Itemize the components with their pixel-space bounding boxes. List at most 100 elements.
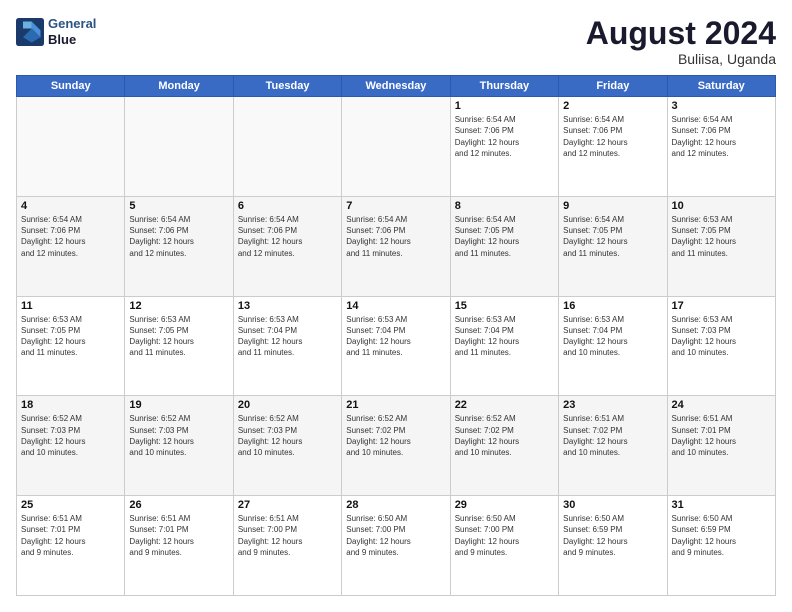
calendar-cell	[342, 97, 450, 197]
calendar-cell: 10 Sunrise: 6:53 AMSunset: 7:05 PMDayligh…	[667, 196, 775, 296]
day-number: 14	[346, 300, 445, 312]
day-info: Sunrise: 6:54 AMSunset: 7:06 PMDaylight:…	[672, 114, 771, 159]
calendar-cell: 19Sunrise: 6:52 AMSunset: 7:03 PMDayligh…	[125, 396, 233, 496]
day-info: Sunrise: 6:54 AMSunset: 7:06 PMDaylight:…	[238, 214, 337, 259]
calendar-cell: 15 Sunrise: 6:53 AMSunset: 7:04 PMDayligh…	[450, 296, 558, 396]
day-number: 10	[672, 200, 771, 212]
calendar-cell: 14Sunrise: 6:53 AMSunset: 7:04 PMDayligh…	[342, 296, 450, 396]
calendar-header-sunday: Sunday	[17, 76, 125, 97]
calendar-cell: 7 Sunrise: 6:54 AMSunset: 7:06 PMDaylight…	[342, 196, 450, 296]
calendar-cell: 25 Sunrise: 6:51 AMSunset: 7:01 PMDayligh…	[17, 496, 125, 596]
day-number: 5	[129, 200, 228, 212]
day-info: Sunrise: 6:53 AMSunset: 7:04 PMDaylight:…	[455, 314, 554, 359]
day-info: Sunrise: 6:53 AMSunset: 7:04 PMDaylight:…	[563, 314, 662, 359]
day-info: Sunrise: 6:54 AMSunset: 7:05 PMDaylight:…	[563, 214, 662, 259]
day-number: 9	[563, 200, 662, 212]
calendar-cell: 28Sunrise: 6:50 AMSunset: 7:00 PMDayligh…	[342, 496, 450, 596]
day-info: Sunrise: 6:51 AMSunset: 7:02 PMDaylight:…	[563, 413, 662, 458]
page: General Blue August 2024 Buliisa, Uganda…	[0, 0, 792, 612]
day-info: Sunrise: 6:54 AMSunset: 7:06 PMDaylight:…	[129, 214, 228, 259]
calendar-cell: 9 Sunrise: 6:54 AMSunset: 7:05 PMDaylight…	[559, 196, 667, 296]
day-info: Sunrise: 6:53 AMSunset: 7:05 PMDaylight:…	[672, 214, 771, 259]
day-number: 11	[21, 300, 120, 312]
logo-text: General Blue	[48, 16, 96, 47]
day-number: 6	[238, 200, 337, 212]
day-info: Sunrise: 6:51 AMSunset: 7:01 PMDaylight:…	[21, 513, 120, 558]
header: General Blue August 2024 Buliisa, Uganda	[16, 16, 776, 67]
day-info: Sunrise: 6:54 AMSunset: 7:06 PMDaylight:…	[346, 214, 445, 259]
calendar-cell: 27 Sunrise: 6:51 AMSunset: 7:00 PMDayligh…	[233, 496, 341, 596]
day-info: Sunrise: 6:52 AMSunset: 7:03 PMDaylight:…	[238, 413, 337, 458]
calendar-cell: 13Sunrise: 6:53 AMSunset: 7:04 PMDayligh…	[233, 296, 341, 396]
day-number: 23	[563, 399, 662, 411]
day-info: Sunrise: 6:52 AMSunset: 7:02 PMDaylight:…	[346, 413, 445, 458]
subtitle: Buliisa, Uganda	[586, 51, 776, 67]
calendar-week-4: 18 Sunrise: 6:52 AMSunset: 7:03 PMDayligh…	[17, 396, 776, 496]
calendar-cell: 8 Sunrise: 6:54 AMSunset: 7:05 PMDaylight…	[450, 196, 558, 296]
calendar-cell: 2 Sunrise: 6:54 AMSunset: 7:06 PMDaylight…	[559, 97, 667, 197]
day-info: Sunrise: 6:52 AMSunset: 7:02 PMDaylight:…	[455, 413, 554, 458]
logo-icon	[16, 18, 44, 46]
calendar-cell: 11 Sunrise: 6:53 AMSunset: 7:05 PMDayligh…	[17, 296, 125, 396]
day-number: 21	[346, 399, 445, 411]
calendar-cell	[125, 97, 233, 197]
day-number: 22	[455, 399, 554, 411]
calendar-cell: 3 Sunrise: 6:54 AMSunset: 7:06 PMDaylight…	[667, 97, 775, 197]
calendar-cell: 17Sunrise: 6:53 AMSunset: 7:03 PMDayligh…	[667, 296, 775, 396]
day-info: Sunrise: 6:50 AMSunset: 7:00 PMDaylight:…	[455, 513, 554, 558]
calendar-week-1: 1Sunrise: 6:54 AMSunset: 7:06 PMDaylight…	[17, 97, 776, 197]
calendar-cell: 5 Sunrise: 6:54 AMSunset: 7:06 PMDaylight…	[125, 196, 233, 296]
day-number: 31	[672, 499, 771, 511]
day-number: 19	[129, 399, 228, 411]
logo: General Blue	[16, 16, 96, 47]
calendar-cell: 26 Sunrise: 6:51 AMSunset: 7:01 PMDayligh…	[125, 496, 233, 596]
calendar-cell: 1Sunrise: 6:54 AMSunset: 7:06 PMDaylight…	[450, 97, 558, 197]
calendar-cell: 20 Sunrise: 6:52 AMSunset: 7:03 PMDayligh…	[233, 396, 341, 496]
day-number: 2	[563, 100, 662, 112]
day-info: Sunrise: 6:53 AMSunset: 7:03 PMDaylight:…	[672, 314, 771, 359]
day-number: 7	[346, 200, 445, 212]
calendar-cell: 31 Sunrise: 6:50 AMSunset: 6:59 PMDayligh…	[667, 496, 775, 596]
calendar-week-2: 4 Sunrise: 6:54 AMSunset: 7:06 PMDaylight…	[17, 196, 776, 296]
day-info: Sunrise: 6:50 AMSunset: 7:00 PMDaylight:…	[346, 513, 445, 558]
day-info: Sunrise: 6:54 AMSunset: 7:06 PMDaylight:…	[455, 114, 554, 159]
calendar-cell: 16Sunrise: 6:53 AMSunset: 7:04 PMDayligh…	[559, 296, 667, 396]
calendar-header-saturday: Saturday	[667, 76, 775, 97]
calendar-table: SundayMondayTuesdayWednesdayThursdayFrid…	[16, 75, 776, 596]
day-number: 27	[238, 499, 337, 511]
calendar-week-3: 11 Sunrise: 6:53 AMSunset: 7:05 PMDayligh…	[17, 296, 776, 396]
day-number: 18	[21, 399, 120, 411]
calendar-header-row: SundayMondayTuesdayWednesdayThursdayFrid…	[17, 76, 776, 97]
calendar-cell	[17, 97, 125, 197]
day-number: 30	[563, 499, 662, 511]
calendar-cell: 12Sunrise: 6:53 AMSunset: 7:05 PMDayligh…	[125, 296, 233, 396]
day-info: Sunrise: 6:51 AMSunset: 7:01 PMDaylight:…	[672, 413, 771, 458]
calendar-header-friday: Friday	[559, 76, 667, 97]
day-info: Sunrise: 6:51 AMSunset: 7:00 PMDaylight:…	[238, 513, 337, 558]
day-info: Sunrise: 6:54 AMSunset: 7:05 PMDaylight:…	[455, 214, 554, 259]
calendar-cell: 18Sunrise: 6:52 AMSunset: 7:03 PMDayligh…	[17, 396, 125, 496]
calendar-cell: 6 Sunrise: 6:54 AMSunset: 7:06 PMDaylight…	[233, 196, 341, 296]
calendar-header-tuesday: Tuesday	[233, 76, 341, 97]
day-number: 15	[455, 300, 554, 312]
day-number: 4	[21, 200, 120, 212]
day-number: 20	[238, 399, 337, 411]
day-number: 25	[21, 499, 120, 511]
day-number: 12	[129, 300, 228, 312]
calendar-header-thursday: Thursday	[450, 76, 558, 97]
day-number: 24	[672, 399, 771, 411]
day-info: Sunrise: 6:50 AMSunset: 6:59 PMDaylight:…	[672, 513, 771, 558]
day-number: 13	[238, 300, 337, 312]
day-number: 8	[455, 200, 554, 212]
day-info: Sunrise: 6:53 AMSunset: 7:05 PMDaylight:…	[21, 314, 120, 359]
day-info: Sunrise: 6:50 AMSunset: 6:59 PMDaylight:…	[563, 513, 662, 558]
calendar-cell: 29Sunrise: 6:50 AMSunset: 7:00 PMDayligh…	[450, 496, 558, 596]
calendar-cell: 22 Sunrise: 6:52 AMSunset: 7:02 PMDayligh…	[450, 396, 558, 496]
day-info: Sunrise: 6:54 AMSunset: 7:06 PMDaylight:…	[563, 114, 662, 159]
day-number: 26	[129, 499, 228, 511]
calendar-cell: 30 Sunrise: 6:50 AMSunset: 6:59 PMDayligh…	[559, 496, 667, 596]
calendar-week-5: 25 Sunrise: 6:51 AMSunset: 7:01 PMDayligh…	[17, 496, 776, 596]
day-number: 3	[672, 100, 771, 112]
calendar-cell: 23 Sunrise: 6:51 AMSunset: 7:02 PMDayligh…	[559, 396, 667, 496]
day-info: Sunrise: 6:51 AMSunset: 7:01 PMDaylight:…	[129, 513, 228, 558]
